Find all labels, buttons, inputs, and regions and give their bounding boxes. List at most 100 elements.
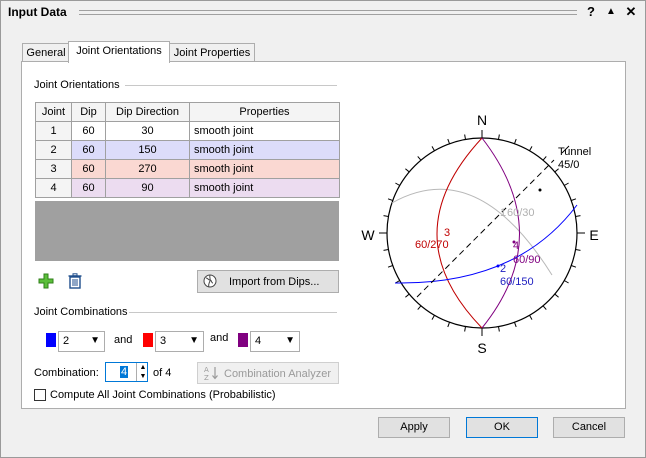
- column-header-dip[interactable]: Dip: [71, 102, 106, 122]
- joint-combinations-group-label: Joint Combinations: [34, 306, 128, 318]
- compute-all-checkbox[interactable]: [34, 389, 46, 401]
- chevron-down-icon: ▼: [189, 335, 199, 346]
- stereonet-tick: [554, 293, 559, 298]
- joint-select-3[interactable]: 4 ▼: [250, 331, 300, 352]
- apply-button[interactable]: Apply: [378, 417, 450, 438]
- column-header-dip-direction[interactable]: Dip Direction: [105, 102, 190, 122]
- ok-button[interactable]: OK: [466, 417, 538, 438]
- joint-select-2[interactable]: 3 ▼: [155, 331, 204, 352]
- stereonet-tick: [431, 315, 435, 320]
- stereonet-tick: [383, 215, 389, 217]
- dip-cell[interactable]: 60: [71, 121, 106, 141]
- combination-value[interactable]: 4: [120, 366, 129, 378]
- joint-2-orientation-label: 60/150: [500, 276, 534, 288]
- stereonet-tick: [514, 322, 517, 328]
- import-from-dips-button[interactable]: Import from Dips...: [197, 270, 339, 293]
- stereonet-tick: [498, 326, 500, 332]
- joint-select-2-value: 3: [160, 335, 167, 347]
- dip-direction-cell[interactable]: 270: [105, 159, 190, 179]
- joint-select-1-value: 2: [63, 335, 70, 347]
- stepper-down-icon[interactable]: ▼: [136, 372, 149, 381]
- dip-direction-cell[interactable]: 150: [105, 140, 190, 160]
- table-row[interactable]: 4 60 90 smooth joint: [35, 178, 340, 198]
- globe-icon: [203, 274, 217, 288]
- dialog-title: Input Data: [8, 5, 67, 19]
- close-icon[interactable]: ✕: [623, 4, 639, 20]
- compass-south-label: S: [477, 340, 486, 356]
- import-from-dips-label: Import from Dips...: [229, 276, 320, 288]
- dip-cell[interactable]: 60: [71, 140, 106, 160]
- properties-cell[interactable]: smooth joint: [189, 140, 340, 160]
- group-divider: [129, 312, 337, 313]
- stereonet-plot: N S E W Tunnel 45/0 3 60/270 1 60/30 4 6…: [361, 112, 598, 356]
- tunnel-label: Tunnel: [558, 146, 591, 158]
- help-icon[interactable]: ?: [583, 4, 599, 20]
- table-empty-area[interactable]: [35, 201, 339, 261]
- stereonet-tick: [395, 182, 400, 186]
- combination-total-label: of 4: [153, 367, 172, 379]
- and-label: and: [210, 332, 229, 344]
- stepper-up-icon[interactable]: ▲: [136, 363, 149, 372]
- stereonet-tick: [542, 156, 547, 161]
- stereonet-tick: [383, 249, 389, 251]
- great-circle-joint-4: [481, 137, 520, 329]
- chevron-down-icon: ▼: [90, 335, 100, 346]
- joint-number-cell: 1: [35, 121, 72, 141]
- title-bar[interactable]: Input Data ? ▲ ✕: [1, 1, 645, 25]
- joint-select-1[interactable]: 2 ▼: [58, 331, 105, 352]
- cancel-button[interactable]: Cancel: [553, 417, 625, 438]
- dip-direction-cell[interactable]: 90: [105, 178, 190, 198]
- plus-icon[interactable]: [38, 273, 54, 289]
- joint-orientations-table: Joint Dip Dip Direction Properties 1 60 …: [35, 102, 340, 198]
- stereonet-tick: [575, 215, 581, 217]
- stereonet-tick: [431, 146, 435, 151]
- joint-4-label: 4: [513, 240, 519, 252]
- stereonet-tick: [387, 198, 393, 201]
- tab-joint-properties[interactable]: Joint Properties: [169, 43, 255, 62]
- stereonet-tick: [542, 305, 547, 310]
- tunnel-value-label: 45/0: [558, 159, 579, 171]
- tab-joint-orientations[interactable]: Joint Orientations: [68, 41, 170, 63]
- dip-cell[interactable]: 60: [71, 178, 106, 198]
- trash-icon[interactable]: [67, 273, 83, 289]
- joint-2-label: 2: [500, 263, 506, 275]
- chevron-down-icon: ▼: [285, 335, 295, 346]
- joint-1-label: 1: [500, 207, 506, 219]
- combination-analyzer-label: Combination Analyzer: [224, 368, 332, 380]
- stereonet-tick: [529, 315, 533, 320]
- joint-color-swatch: [143, 333, 153, 347]
- dip-cell[interactable]: 60: [71, 159, 106, 179]
- primitive-circle: [386, 137, 578, 329]
- and-label: and: [114, 334, 133, 346]
- properties-cell[interactable]: smooth joint: [189, 159, 340, 179]
- joint-1-orientation-label: 60/30: [507, 207, 535, 219]
- tab-general[interactable]: General: [22, 43, 70, 62]
- table-row[interactable]: 2 60 150 smooth joint: [35, 140, 340, 160]
- table-row[interactable]: 3 60 270 smooth joint: [35, 159, 340, 179]
- stereonet-tick: [417, 156, 422, 161]
- properties-cell[interactable]: smooth joint: [189, 121, 340, 141]
- tunnel-point: [538, 188, 542, 192]
- combination-stepper[interactable]: 4 ▲ ▼: [105, 362, 148, 382]
- column-header-properties[interactable]: Properties: [189, 102, 340, 122]
- combination-analyzer-button[interactable]: AZ Combination Analyzer: [197, 362, 339, 384]
- stereonet-tick: [498, 134, 500, 140]
- stereonet-tick: [405, 293, 410, 298]
- compass-east-label: E: [589, 227, 598, 243]
- stereonet-tick: [564, 182, 569, 186]
- dip-direction-cell[interactable]: 30: [105, 121, 190, 141]
- table-row[interactable]: 1 60 30 smooth joint: [35, 121, 340, 141]
- joint-number-cell: 3: [35, 159, 72, 179]
- compute-all-label[interactable]: Compute All Joint Combinations (Probabil…: [50, 389, 276, 401]
- stereonet-tick: [417, 305, 422, 310]
- group-divider: [125, 85, 337, 86]
- title-grip: [79, 10, 577, 15]
- svg-text:Z: Z: [204, 374, 209, 381]
- joint-3-label: 3: [444, 227, 450, 239]
- column-header-joint[interactable]: Joint: [35, 102, 72, 122]
- joint-select-3-value: 4: [255, 335, 262, 347]
- stereonet-tick: [405, 168, 410, 173]
- compass-west-label: W: [361, 227, 375, 243]
- collapse-icon[interactable]: ▲: [603, 4, 619, 20]
- properties-cell[interactable]: smooth joint: [189, 178, 340, 198]
